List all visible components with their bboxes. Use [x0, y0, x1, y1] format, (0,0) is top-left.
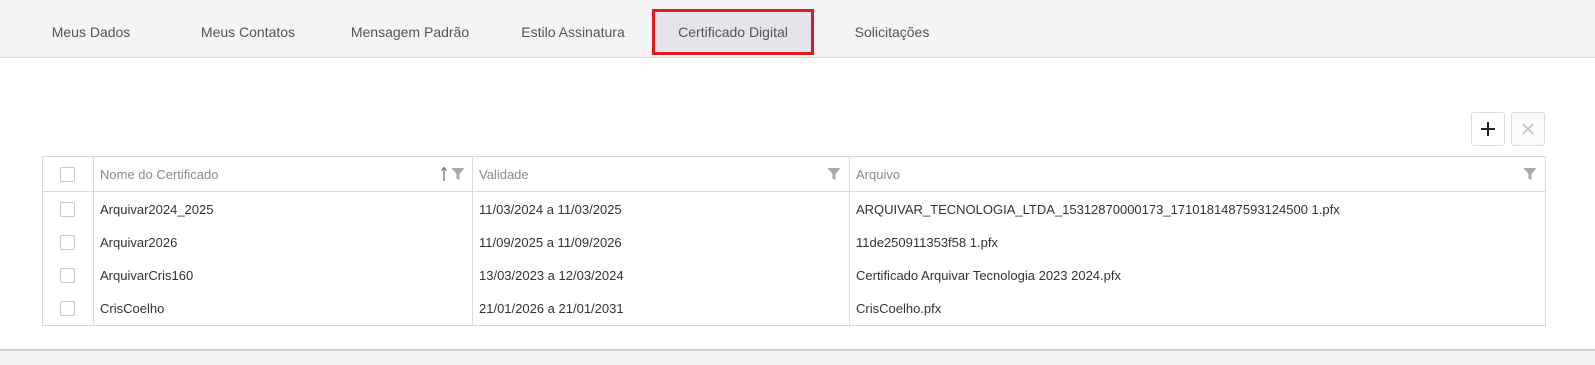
table-row[interactable]: CrisCoelho 21/01/2026 a 21/01/2031 CrisC… [43, 292, 1545, 325]
table-row[interactable]: ArquivarCris160 13/03/2023 a 12/03/2024 … [43, 259, 1545, 292]
grid-header: Nome do Certificado Validade Arquivo [43, 157, 1545, 192]
certificates-grid: Nome do Certificado Validade Arquivo Arq… [42, 156, 1546, 326]
add-button[interactable] [1471, 112, 1505, 146]
cell-file: CrisCoelho.pfx [856, 301, 942, 316]
filter-icon[interactable] [451, 167, 465, 181]
cell-name: Arquivar2024_2025 [100, 202, 214, 217]
tab-meus-dados[interactable]: Meus Dados [36, 9, 146, 55]
filter-icon[interactable] [1523, 167, 1537, 181]
plus-icon [1481, 122, 1495, 136]
row-checkbox[interactable] [60, 235, 75, 250]
cell-validity: 11/09/2025 a 11/09/2026 [479, 235, 622, 250]
column-header-label: Nome do Certificado [100, 166, 219, 182]
column-header-nome[interactable]: Nome do Certificado [93, 157, 472, 191]
footer-area [0, 351, 1595, 365]
tab-mensagem-padrao[interactable]: Mensagem Padrão [337, 9, 483, 55]
column-header-label: Arquivo [856, 166, 901, 182]
cell-name: Arquivar2026 [100, 235, 178, 250]
filter-icon[interactable] [827, 167, 841, 181]
remove-button[interactable] [1511, 112, 1545, 146]
tab-certificado-digital[interactable]: Certificado Digital [652, 9, 814, 55]
tab-meus-contatos[interactable]: Meus Contatos [186, 9, 310, 55]
tab-bar: Meus Dados Meus Contatos Mensagem Padrão… [0, 0, 1595, 58]
row-checkbox[interactable] [60, 202, 75, 217]
cell-validity: 21/01/2026 a 21/01/2031 [479, 301, 624, 316]
cell-file: 11de250911353f58 1.pfx [856, 235, 998, 250]
table-row[interactable]: Arquivar2024_2025 11/03/2024 a 11/03/202… [43, 193, 1545, 226]
column-header-validade[interactable]: Validade [472, 157, 849, 191]
cell-name: ArquivarCris160 [100, 268, 194, 283]
cell-file: ARQUIVAR_TECNOLOGIA_LTDA_15312870000173_… [856, 202, 1340, 217]
select-all-checkbox[interactable] [60, 167, 75, 182]
cell-validity: 11/03/2024 a 11/03/2025 [479, 202, 622, 217]
cell-file: Certificado Arquivar Tecnologia 2023 202… [856, 268, 1121, 283]
tab-solicitacoes[interactable]: Solicitações [836, 9, 948, 55]
row-checkbox[interactable] [60, 268, 75, 283]
tab-estilo-assinatura[interactable]: Estilo Assinatura [505, 9, 641, 55]
column-header-label: Validade [479, 166, 529, 182]
column-header-arquivo[interactable]: Arquivo [849, 157, 1545, 191]
sort-ascending-icon[interactable] [440, 166, 448, 182]
table-row[interactable]: Arquivar2026 11/09/2025 a 11/09/2026 11d… [43, 226, 1545, 259]
row-checkbox[interactable] [60, 301, 75, 316]
cell-name: CrisCoelho [100, 301, 165, 316]
cell-validity: 13/03/2023 a 12/03/2024 [479, 268, 624, 283]
close-icon [1522, 123, 1534, 135]
